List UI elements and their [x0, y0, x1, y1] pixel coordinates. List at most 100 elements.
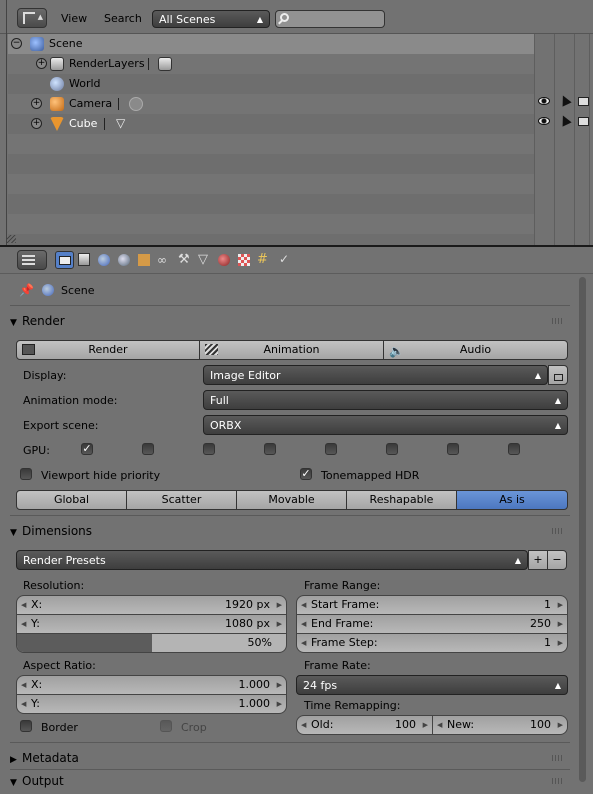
arrow-left-icon[interactable]: ◀	[301, 634, 306, 652]
expand-icon[interactable]: +	[31, 98, 42, 109]
arrow-right-icon[interactable]: ▶	[558, 634, 563, 652]
tab-particles[interactable]: #	[255, 251, 274, 269]
panel-grip-icon[interactable]	[552, 318, 564, 324]
updown-arrow-icon: ▲	[554, 396, 561, 405]
arrow-left-icon[interactable]: ◀	[437, 716, 442, 734]
gpu-checkbox-4[interactable]	[264, 443, 276, 455]
resolution-percent-slider[interactable]: 50%	[16, 633, 287, 653]
render-camera-icon[interactable]	[578, 97, 589, 106]
render-presets-value: Render Presets	[23, 554, 106, 567]
viewport-hide-checkbox[interactable]	[20, 468, 32, 480]
arrow-right-icon[interactable]: ▶	[277, 695, 282, 713]
tab-world[interactable]	[115, 251, 134, 269]
arrow-right-icon[interactable]: ▶	[558, 615, 563, 633]
tab-material[interactable]	[215, 251, 234, 269]
resolution-y-field[interactable]: ◀ Y: 1080 px ▶	[16, 614, 287, 634]
tree-row-renderlayers[interactable]: + RenderLayers	[8, 54, 534, 74]
arrow-right-icon[interactable]: ▶	[558, 596, 563, 614]
pin-icon[interactable]: 📌	[19, 283, 34, 297]
gpu-checkbox-3[interactable]	[203, 443, 215, 455]
properties-scrollbar[interactable]	[579, 277, 586, 782]
tab-render-layers[interactable]	[75, 251, 94, 269]
frame-rate-dropdown[interactable]: 24 fps ▲	[296, 675, 568, 695]
arrow-left-icon[interactable]: ◀	[21, 596, 26, 614]
tree-row-cube[interactable]: + Cube ▽	[8, 114, 534, 134]
display-dropdown[interactable]: Image Editor ▲	[203, 365, 548, 385]
tab-texture[interactable]	[235, 251, 254, 269]
arrow-right-icon[interactable]: ▶	[277, 615, 282, 633]
arrow-left-icon[interactable]: ◀	[301, 596, 306, 614]
arrow-left-icon[interactable]: ◀	[301, 615, 306, 633]
time-remap-old-field[interactable]: ◀ Old: 100 ▶	[296, 715, 433, 735]
export-scene-dropdown[interactable]: ORBX ▲	[203, 415, 568, 435]
collapse-icon[interactable]: −	[11, 38, 22, 49]
render-camera-icon[interactable]	[578, 117, 589, 126]
display-mode-dropdown[interactable]: All Scenes ▲	[152, 10, 270, 28]
render-button[interactable]: Render	[16, 340, 200, 360]
aspect-x-field[interactable]: ◀ X: 1.000 ▶	[16, 675, 287, 695]
animation-button[interactable]: Animation	[199, 340, 384, 360]
output-panel-header[interactable]: ▼ Output	[10, 770, 570, 792]
tab-constraints[interactable]: ∞	[155, 251, 174, 269]
segment-label: Scatter	[161, 493, 202, 506]
tab-physics[interactable]: ✓	[275, 251, 294, 269]
arrow-right-icon[interactable]: ▶	[277, 596, 282, 614]
gpu-checkbox-6[interactable]	[386, 443, 398, 455]
dimensions-panel-header[interactable]: ▼ Dimensions	[10, 520, 570, 542]
tree-row-world[interactable]: World	[8, 74, 534, 94]
segment-scatter[interactable]: Scatter	[126, 490, 237, 510]
audio-button[interactable]: 🔉 Audio	[383, 340, 568, 360]
gpu-checkbox-5[interactable]	[325, 443, 337, 455]
aspect-y-field[interactable]: ◀ Y: 1.000 ▶	[16, 694, 287, 714]
expand-icon[interactable]: +	[31, 118, 42, 129]
arrow-left-icon[interactable]: ◀	[21, 695, 26, 713]
search-menu[interactable]: Search	[104, 8, 142, 30]
segment-reshapable[interactable]: Reshapable	[346, 490, 457, 510]
panel-grip-icon[interactable]	[552, 528, 564, 534]
arrow-left-icon[interactable]: ◀	[21, 676, 26, 694]
metadata-panel-header[interactable]: ▶ Metadata	[10, 747, 570, 769]
tab-scene[interactable]	[95, 251, 114, 269]
segment-movable[interactable]: Movable	[236, 490, 347, 510]
search-input[interactable]	[275, 10, 385, 28]
arrow-right-icon[interactable]: ▶	[558, 716, 563, 734]
tree-row-camera[interactable]: + Camera	[8, 94, 534, 114]
arrow-right-icon[interactable]: ▶	[423, 716, 428, 734]
eye-icon[interactable]	[538, 117, 550, 125]
resolution-x-field[interactable]: ◀ X: 1920 px ▶	[16, 595, 287, 615]
lock-icon[interactable]	[548, 365, 568, 385]
tab-object[interactable]	[135, 251, 154, 269]
border-checkbox[interactable]	[20, 720, 32, 732]
arrow-left-icon[interactable]: ◀	[21, 615, 26, 633]
gpu-checkbox-7[interactable]	[447, 443, 459, 455]
start-frame-field[interactable]: ◀ Start Frame: 1 ▶	[296, 595, 568, 615]
tab-modifiers[interactable]: ⚒	[175, 251, 194, 269]
expand-icon[interactable]: +	[36, 58, 47, 69]
render-presets-dropdown[interactable]: Render Presets ▲	[16, 550, 528, 570]
tab-render[interactable]	[55, 251, 74, 269]
arrow-left-icon[interactable]: ◀	[301, 716, 306, 734]
render-panel-header[interactable]: ▼ Render	[10, 310, 570, 332]
editor-type-button[interactable]: ▲	[17, 8, 47, 28]
panel-grip-icon[interactable]	[552, 778, 564, 784]
time-remap-new-field[interactable]: ◀ New: 100 ▶	[432, 715, 568, 735]
tab-data[interactable]: ▽	[195, 251, 214, 269]
arrow-right-icon[interactable]: ▶	[277, 676, 282, 694]
editor-type-button[interactable]	[17, 250, 47, 270]
tonemapped-checkbox[interactable]: ✓	[300, 468, 312, 480]
add-preset-button[interactable]: +	[528, 550, 548, 570]
remove-preset-button[interactable]: −	[547, 550, 567, 570]
area-corner-grip[interactable]	[6, 235, 16, 243]
panel-grip-icon[interactable]	[552, 755, 564, 761]
view-menu[interactable]: View	[61, 8, 87, 30]
end-frame-field[interactable]: ◀ End Frame: 250 ▶	[296, 614, 568, 634]
frame-step-field[interactable]: ◀ Frame Step: 1 ▶	[296, 633, 568, 653]
tree-row-scene[interactable]: − Scene	[8, 34, 534, 54]
segment-as-is[interactable]: As is	[456, 490, 568, 510]
gpu-checkbox-8[interactable]	[508, 443, 520, 455]
eye-icon[interactable]	[538, 97, 550, 105]
gpu-checkbox-1[interactable]: ✓	[81, 443, 93, 455]
animation-mode-dropdown[interactable]: Full ▲	[203, 390, 568, 410]
segment-global[interactable]: Global	[16, 490, 127, 510]
gpu-checkbox-2[interactable]	[142, 443, 154, 455]
